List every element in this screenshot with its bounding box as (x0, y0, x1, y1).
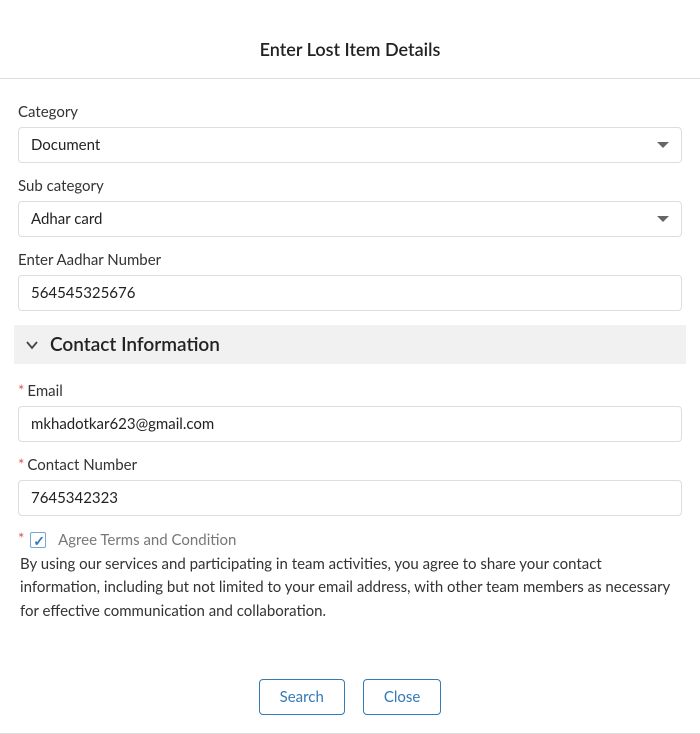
contact-info-title: Contact Information (50, 333, 220, 356)
button-row: Search Close (0, 635, 700, 733)
subcategory-label: Sub category (18, 177, 682, 195)
contact-info-header[interactable]: Contact Information (14, 325, 686, 364)
terms-text: By using our services and participating … (18, 553, 682, 623)
check-icon: ✓ (33, 532, 45, 550)
required-indicator: * (18, 530, 24, 548)
contact-label: Contact Number (18, 456, 682, 474)
close-button[interactable]: Close (363, 679, 441, 715)
aadhar-input[interactable] (18, 275, 682, 311)
field-category: Category Document (18, 103, 682, 163)
category-label: Category (18, 103, 682, 121)
category-value: Document (31, 136, 657, 154)
subcategory-value: Adhar card (31, 210, 657, 228)
form-body: Category Document Sub category Adhar car… (0, 79, 700, 635)
terms-label: Agree Terms and Condition (58, 531, 236, 549)
chevron-down-icon (657, 142, 669, 148)
category-select[interactable]: Document (18, 127, 682, 163)
field-email: Email (18, 382, 682, 442)
search-button[interactable]: Search (259, 679, 345, 715)
chevron-down-icon (657, 216, 669, 222)
chevron-down-icon (24, 337, 40, 353)
subcategory-select[interactable]: Adhar card (18, 201, 682, 237)
field-subcategory: Sub category Adhar card (18, 177, 682, 237)
field-aadhar: Enter Aadhar Number (18, 251, 682, 311)
terms-row: * ✓ Agree Terms and Condition By using o… (18, 530, 682, 627)
aadhar-label: Enter Aadhar Number (18, 251, 682, 269)
email-label: Email (18, 382, 682, 400)
email-input[interactable] (18, 406, 682, 442)
field-contact: Contact Number (18, 456, 682, 516)
page-title: Enter Lost Item Details (0, 0, 700, 78)
contact-input[interactable] (18, 480, 682, 516)
terms-checkbox[interactable]: ✓ (30, 532, 46, 548)
